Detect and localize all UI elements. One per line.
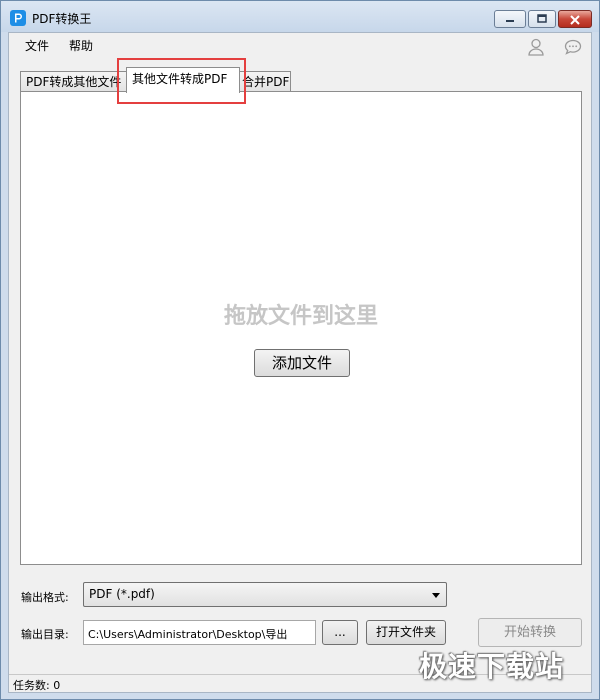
user-icon[interactable]: [528, 38, 544, 59]
output-format-select[interactable]: PDF (*.pdf): [83, 582, 447, 607]
watermark-logo: 极速下载站: [419, 650, 565, 683]
window-title: PDF转换王: [32, 12, 92, 26]
output-format-value: PDF (*.pdf): [89, 587, 155, 601]
title-bar[interactable]: PDF转换王: [1, 1, 599, 32]
output-dir-label: 输出目录:: [21, 628, 69, 641]
app-window: PDF转换王 文件 帮助 PDF转成其他文件 其他文件转成PDF 合并PDF 拖…: [0, 0, 600, 700]
tab-strip: PDF转成其他文件 其他文件转成PDF 合并PDF: [20, 67, 580, 93]
menu-bar: 文件 帮助: [9, 33, 591, 57]
task-count: 任务数: 0: [13, 679, 61, 692]
output-dir-value: C:\Users\Administrator\Desktop\导出: [88, 628, 288, 641]
output-format-label: 输出格式:: [21, 591, 69, 604]
menu-help[interactable]: 帮助: [69, 37, 93, 54]
output-dir-input[interactable]: C:\Users\Administrator\Desktop\导出: [83, 620, 316, 645]
drop-hint-text: 拖放文件到这里: [223, 304, 378, 329]
menu-file[interactable]: 文件: [25, 37, 49, 54]
open-folder-button[interactable]: 打开文件夹: [366, 620, 446, 645]
add-file-button[interactable]: 添加文件: [254, 349, 350, 377]
tab-pdf-to-other[interactable]: PDF转成其他文件: [20, 71, 130, 91]
highlight-box: [117, 58, 246, 104]
maximize-button[interactable]: [528, 10, 556, 28]
chat-icon[interactable]: [564, 39, 582, 58]
close-button[interactable]: [558, 10, 592, 28]
app-logo-icon: [10, 10, 26, 26]
start-convert-button[interactable]: 开始转换: [478, 618, 582, 647]
browse-button[interactable]: ...: [322, 620, 358, 645]
chevron-down-icon: [432, 593, 440, 598]
minimize-button[interactable]: [494, 10, 526, 28]
file-drop-area[interactable]: 拖放文件到这里 添加文件: [20, 91, 582, 565]
client-area: 文件 帮助 PDF转成其他文件 其他文件转成PDF 合并PDF 拖放文件到这里 …: [8, 32, 592, 693]
